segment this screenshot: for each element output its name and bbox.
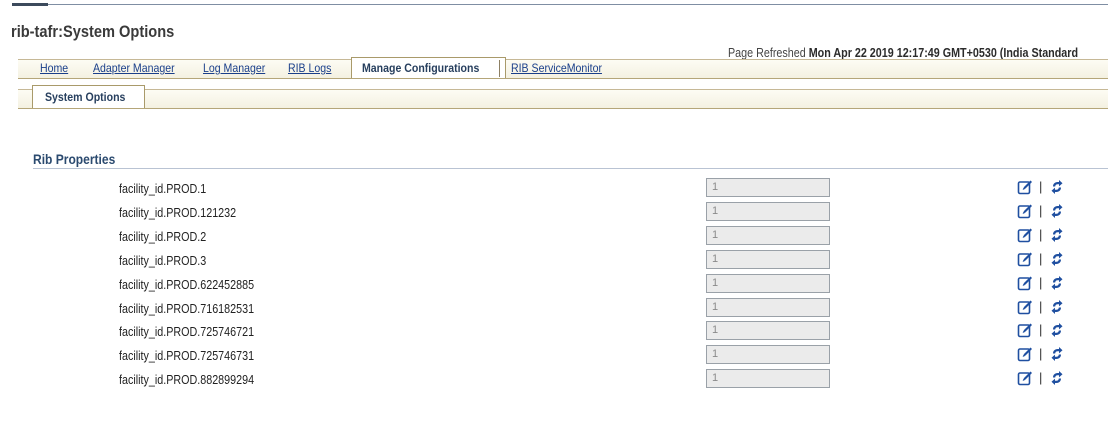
property-name: facility_id.PROD.121232 xyxy=(119,205,237,220)
refresh-arrows-icon[interactable] xyxy=(1049,227,1065,243)
refresh-arrows-icon[interactable] xyxy=(1049,203,1065,219)
property-name: facility_id.PROD.2 xyxy=(119,229,207,244)
property-name: facility_id.PROD.1 xyxy=(119,182,207,196)
property-row: facility_id.PROD.725746721 1 | xyxy=(0,321,1108,345)
refresh-arrows-icon[interactable] xyxy=(1049,275,1065,291)
action-separator: | xyxy=(1039,322,1043,338)
refreshed-label: Page Refreshed xyxy=(728,46,806,60)
edit-pencil-icon[interactable] xyxy=(1017,275,1033,291)
property-value-field[interactable]: 1 xyxy=(706,345,830,365)
property-name: facility_id.PROD.725746721 xyxy=(119,325,255,340)
property-value-field[interactable]: 1 xyxy=(706,273,830,293)
refresh-arrows-icon[interactable] xyxy=(1049,299,1065,315)
edit-pencil-icon[interactable] xyxy=(1017,203,1033,219)
property-name: facility_id.PROD.882899294 xyxy=(119,373,255,388)
refresh-arrows-icon[interactable] xyxy=(1049,179,1065,195)
tab-home[interactable]: Home xyxy=(40,61,68,77)
action-separator: | xyxy=(1039,202,1043,218)
edit-pencil-icon[interactable] xyxy=(1017,299,1033,315)
property-value-field[interactable]: 1 xyxy=(706,201,830,221)
top-rule xyxy=(48,4,1108,5)
action-separator: | xyxy=(1039,370,1043,386)
tab-manage-configurations[interactable]: Manage Configurations xyxy=(351,57,507,78)
tab-rib-logs[interactable]: RIB Logs xyxy=(288,61,331,77)
property-row: facility_id.PROD.121232 1 | xyxy=(0,201,1108,226)
section-title: Rib Properties xyxy=(33,151,116,167)
edit-pencil-icon[interactable] xyxy=(1017,346,1033,362)
property-value-field[interactable]: 1 xyxy=(706,369,830,389)
action-separator: | xyxy=(1039,274,1043,290)
property-value-field[interactable]: 1 xyxy=(706,321,830,341)
edit-pencil-icon[interactable] xyxy=(1017,227,1033,243)
edit-pencil-icon[interactable] xyxy=(1017,251,1033,267)
property-name: facility_id.PROD.725746731 xyxy=(119,349,255,364)
property-row: facility_id.PROD.725746731 1 | xyxy=(0,345,1108,369)
edit-pencil-icon[interactable] xyxy=(1017,179,1033,195)
property-name: facility_id.PROD.622452885 xyxy=(119,277,255,292)
tab-adapter-manager[interactable]: Adapter Manager xyxy=(93,61,175,77)
refreshed-timestamp: Mon Apr 22 2019 12:17:49 GMT+0530 (India… xyxy=(808,46,1079,60)
tab-log-manager[interactable]: Log Manager xyxy=(203,61,265,77)
edit-pencil-icon[interactable] xyxy=(1017,322,1033,338)
property-row: facility_id.PROD.1 1 | xyxy=(0,178,1108,202)
tab-rib-servicemonitor[interactable]: RIB ServiceMonitor xyxy=(511,61,602,77)
property-row: facility_id.PROD.3 1 | xyxy=(0,249,1108,274)
section-header-rib-properties: Rib Properties xyxy=(33,151,1108,169)
property-value-field[interactable]: 1 xyxy=(706,249,830,269)
subtab-system-options-label: System Options xyxy=(45,90,126,104)
property-name: facility_id.PROD.716182531 xyxy=(119,301,255,316)
tab-separator xyxy=(499,60,500,77)
refresh-arrows-icon[interactable] xyxy=(1049,370,1065,386)
top-accent-bar xyxy=(12,3,48,6)
property-name: facility_id.PROD.3 xyxy=(119,253,207,268)
subtab-system-options[interactable]: System Options xyxy=(32,85,145,108)
tab-manage-configurations-label: Manage Configurations xyxy=(362,61,480,75)
action-separator: | xyxy=(1039,298,1043,314)
refresh-arrows-icon[interactable] xyxy=(1049,251,1065,267)
action-separator: | xyxy=(1039,346,1043,362)
property-row: facility_id.PROD.716182531 1 | xyxy=(0,297,1108,322)
action-separator: | xyxy=(1039,179,1043,194)
property-value-field[interactable]: 1 xyxy=(706,225,830,245)
property-value-field[interactable]: 1 xyxy=(706,178,830,197)
action-separator: | xyxy=(1039,250,1043,266)
page-refreshed-info: Page Refreshed Mon Apr 22 2019 12:17:49 … xyxy=(728,46,1078,60)
property-row: facility_id.PROD.882899294 1 | xyxy=(0,369,1108,393)
refresh-arrows-icon[interactable] xyxy=(1049,346,1065,362)
property-value-field[interactable]: 1 xyxy=(706,297,830,317)
sub-tab-bar xyxy=(18,89,1108,109)
refresh-arrows-icon[interactable] xyxy=(1049,322,1065,338)
action-separator: | xyxy=(1039,226,1043,242)
edit-pencil-icon[interactable] xyxy=(1017,370,1033,386)
property-row: facility_id.PROD.622452885 1 | xyxy=(0,273,1108,298)
property-row: facility_id.PROD.2 1 | xyxy=(0,225,1108,250)
page-title: rib-tafr:System Options xyxy=(11,22,175,41)
